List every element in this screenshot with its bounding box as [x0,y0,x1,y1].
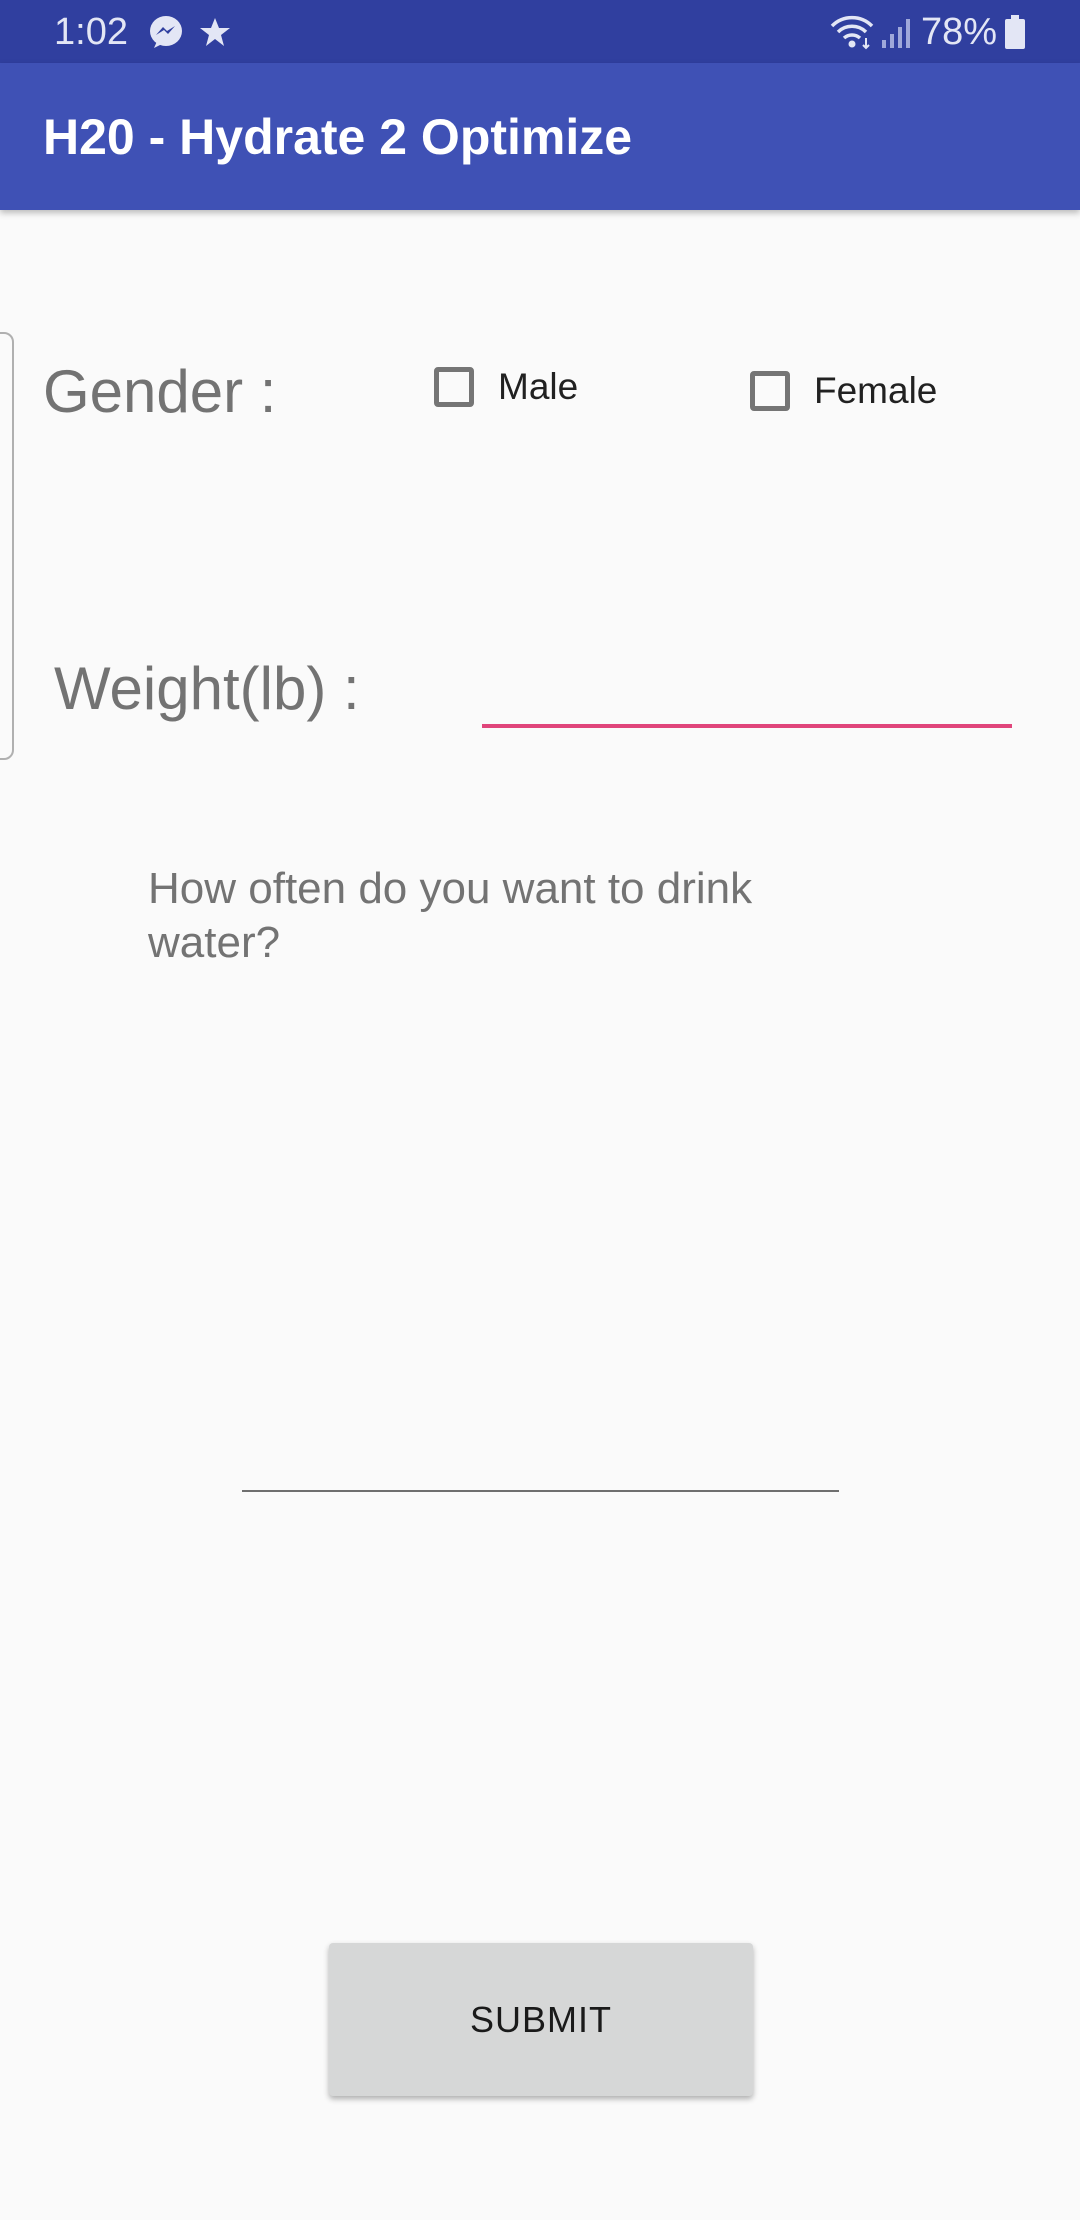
signal-icon [880,14,914,50]
female-checkbox-box[interactable] [750,371,790,411]
female-checkbox[interactable]: Female [750,369,937,413]
female-label: Female [814,370,938,411]
status-bar: 1:02 78% [0,0,1080,63]
wifi-icon [830,14,874,50]
messenger-icon [148,14,184,50]
battery-percent: 78% [920,11,997,53]
weight-input[interactable] [482,660,1012,728]
app-title: H20 - Hydrate 2 Optimize [43,109,633,165]
app-bar: H20 - Hydrate 2 Optimize [0,63,1080,210]
status-time: 1:02 [54,11,128,53]
star-icon [197,14,233,50]
submit-button[interactable]: SUBMIT [329,1943,753,2096]
frequency-input[interactable] [242,1430,839,1492]
male-checkbox-box[interactable] [434,367,474,407]
battery-icon [1004,14,1026,50]
gender-label: Gender : [43,358,277,425]
frequency-question: How often do you want to drink water? [148,864,753,967]
male-checkbox[interactable]: Male [434,365,578,409]
weight-label: Weight(lb) : [54,655,360,722]
male-label: Male [498,366,579,407]
edge-panel-handle[interactable] [0,332,14,760]
